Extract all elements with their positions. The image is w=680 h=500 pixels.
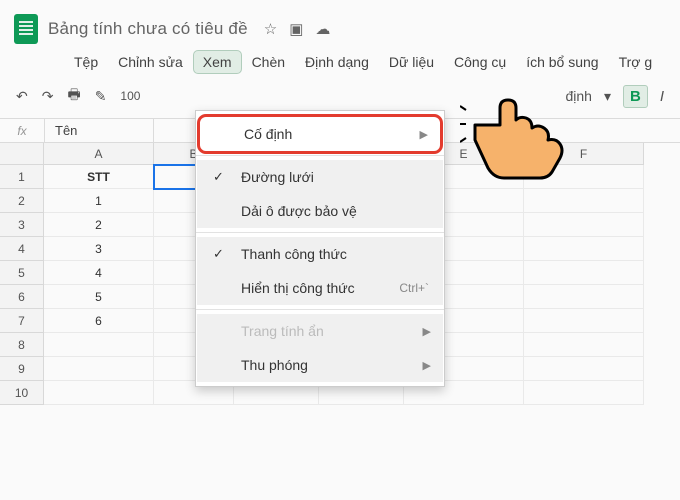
cell[interactable]: 1	[44, 189, 154, 213]
row-header[interactable]: 7	[0, 309, 44, 333]
pointing-hand-icon	[460, 80, 570, 180]
dd-freeze[interactable]: Cố định ▶	[200, 117, 440, 151]
doc-title[interactable]: Bảng tính chưa có tiêu đề	[48, 19, 248, 39]
dd-zoom[interactable]: Thu phóng ▶	[197, 348, 443, 382]
row-header[interactable]: 9	[0, 357, 44, 381]
menu-insert[interactable]: Chèn	[242, 50, 295, 74]
menu-addons[interactable]: ích bổ sung	[516, 50, 608, 74]
row-header[interactable]: 4	[0, 237, 44, 261]
cell[interactable]: 4	[44, 261, 154, 285]
paint-format-icon[interactable]: ✎	[95, 88, 107, 105]
menu-help[interactable]: Trợ g	[609, 50, 663, 74]
menu-tools[interactable]: Công cụ	[444, 50, 516, 74]
cell[interactable]: 2	[44, 213, 154, 237]
cell[interactable]: 6	[44, 309, 154, 333]
menu-data[interactable]: Dữ liệu	[379, 50, 444, 74]
view-dropdown: Cố định ▶ ✓ Đường lưới Dải ô được bảo vệ…	[195, 110, 445, 387]
cell[interactable]	[524, 381, 644, 405]
menu-bar: Tệp Chỉnh sửa Xem Chèn Định dạng Dữ liệu…	[14, 50, 680, 74]
cell[interactable]	[524, 237, 644, 261]
check-icon: ✓	[213, 169, 224, 185]
cell[interactable]	[44, 333, 154, 357]
move-folder-icon[interactable]: ▣	[289, 20, 303, 38]
cell[interactable]	[524, 213, 644, 237]
dd-show-formulas[interactable]: Hiển thị công thức Ctrl+`	[197, 271, 443, 305]
dd-protected-ranges[interactable]: Dải ô được bảo vệ	[197, 194, 443, 228]
menu-format[interactable]: Định dạng	[295, 50, 379, 74]
cell[interactable]	[44, 357, 154, 381]
col-header[interactable]: A	[44, 143, 154, 165]
bold-button[interactable]: B	[623, 85, 648, 108]
dd-formula-bar[interactable]: ✓ Thanh công thức	[197, 237, 443, 271]
cell[interactable]	[524, 357, 644, 381]
submenu-arrow-icon: ▶	[423, 359, 431, 372]
zoom-select[interactable]: 100	[120, 89, 140, 103]
row-header[interactable]: 1	[0, 165, 44, 189]
cell[interactable]	[524, 285, 644, 309]
cell[interactable]	[524, 261, 644, 285]
row-header[interactable]: 10	[0, 381, 44, 405]
print-icon[interactable]: 🖶	[67, 84, 80, 108]
row-header[interactable]: 2	[0, 189, 44, 213]
dropdown-caret-icon[interactable]: ▾	[604, 88, 611, 105]
shortcut-label: Ctrl+`	[399, 281, 429, 295]
cloud-status-icon: ☁	[315, 20, 330, 38]
row-header[interactable]: 3	[0, 213, 44, 237]
cell[interactable]: STT	[44, 165, 154, 189]
cell[interactable]	[524, 309, 644, 333]
sheets-logo	[14, 14, 38, 44]
row-header[interactable]: 8	[0, 333, 44, 357]
submenu-arrow-icon: ▶	[423, 325, 431, 338]
check-icon: ✓	[213, 246, 224, 262]
menu-edit[interactable]: Chỉnh sửa	[108, 50, 193, 74]
cell[interactable]	[524, 189, 644, 213]
cell[interactable]: 5	[44, 285, 154, 309]
name-box[interactable]: Tên	[44, 119, 154, 142]
row-header[interactable]: 5	[0, 261, 44, 285]
menu-view[interactable]: Xem	[193, 50, 242, 74]
submenu-arrow-icon: ▶	[420, 128, 428, 141]
star-icon[interactable]: ☆	[264, 20, 277, 38]
cell[interactable]: 3	[44, 237, 154, 261]
fx-label: fx	[0, 124, 44, 138]
dd-hidden-sheets: Trang tính ẩn ▶	[197, 314, 443, 348]
redo-icon[interactable]: ↷	[42, 88, 54, 105]
row-header[interactable]: 6	[0, 285, 44, 309]
menu-file[interactable]: Tệp	[64, 50, 108, 74]
cell[interactable]	[44, 381, 154, 405]
cell[interactable]	[524, 333, 644, 357]
dd-gridlines[interactable]: ✓ Đường lưới	[197, 160, 443, 194]
italic-button[interactable]: I	[660, 88, 664, 105]
undo-icon[interactable]: ↶	[16, 88, 28, 105]
select-all-corner[interactable]	[0, 143, 44, 165]
